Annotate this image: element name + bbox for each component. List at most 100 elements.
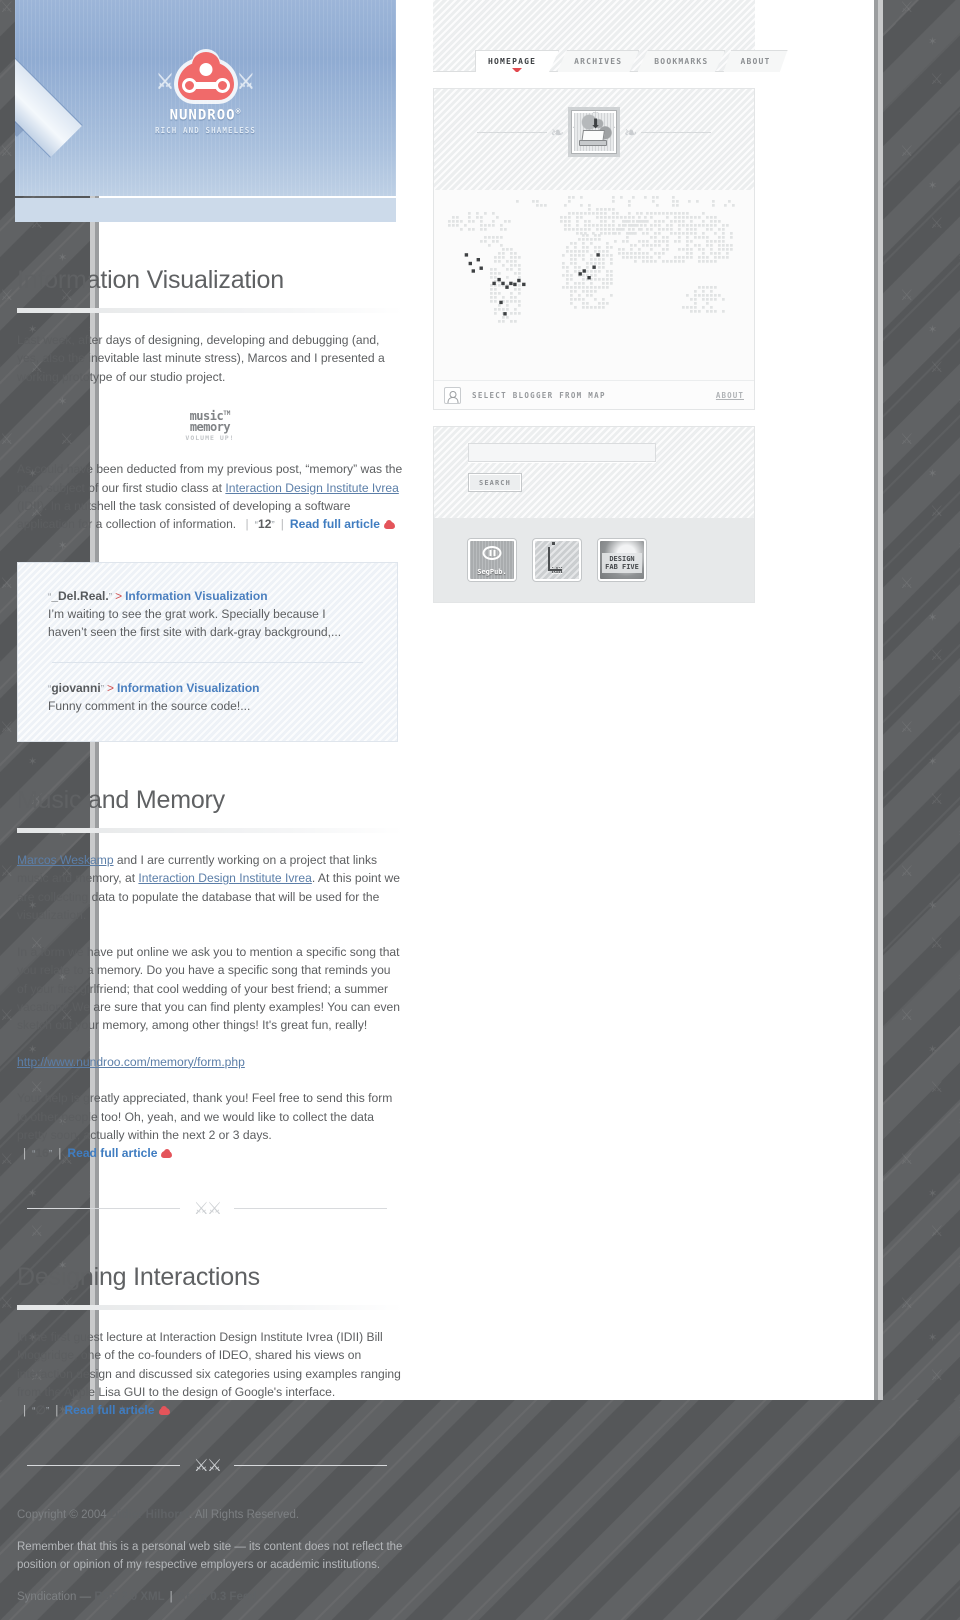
world-map[interactable] <box>434 190 754 380</box>
comment-author: _Del.Real. <box>51 588 109 603</box>
post-3-paragraph-1: In the first guest lecture at Interactio… <box>17 1328 403 1422</box>
nav-panel: HOMEPAGE ARCHIVES BOOKMARKS ABOUT <box>433 0 788 72</box>
meta-sep: | <box>58 1146 62 1161</box>
recent-comments-box: “_Del.Real.” > Information Visualization I… <box>17 561 398 743</box>
search-area: SEARCH <box>434 427 754 518</box>
dff-line2: FAB FIVE <box>605 563 639 571</box>
tab-archives-label: ARCHIVES <box>574 57 623 66</box>
segpub-badge[interactable]: SegPub. <box>468 539 516 581</box>
post-title-2[interactable]: Music and Memory <box>17 786 403 815</box>
red-cloud-icon <box>158 1405 170 1416</box>
rss-link[interactable]: RSS 2.0 XML <box>94 1591 164 1603</box>
divider-line-right <box>234 1208 388 1210</box>
flourish-right-icon: ❧ <box>624 122 638 142</box>
logo-name-text: NUNDROO <box>169 107 236 124</box>
post-3-read-more[interactable]: Read full article <box>64 1403 154 1417</box>
griffin-right-icon: ⚔ <box>236 68 256 93</box>
main-nav-tabs: HOMEPAGE ARCHIVES BOOKMARKS ABOUT <box>475 50 788 72</box>
site-logo[interactable]: ⚔ ⚔ NUNDROO® RICH AND SHAMELESS <box>15 52 396 135</box>
frame-artwork: ⬇ <box>574 113 614 151</box>
map-about-link[interactable]: ABOUT <box>716 391 744 400</box>
meta-sep: | <box>245 517 249 532</box>
music-memory-logo: musicTM memory VOLUME UP! <box>17 408 403 442</box>
music-memory-line3: VOLUME UP! <box>185 434 235 443</box>
laptop-icon <box>579 130 607 146</box>
marcos-weskamp-link[interactable]: Marcos Weskamp <box>17 853 114 867</box>
comment-header: “giovanni” > Information Visualization <box>48 681 367 695</box>
select-blogger-label: SELECT BLOGGER FROM MAP <box>472 390 606 400</box>
post-1-comment-count[interactable]: 12 <box>258 517 271 531</box>
comment-item[interactable]: “giovanni” > Information Visualization Fun… <box>48 681 367 715</box>
meta-sep: | <box>23 1146 27 1161</box>
idii-mark-icon <box>548 542 562 571</box>
tab-homepage-label: HOMEPAGE <box>488 57 537 66</box>
design-fab-five-badge[interactable]: DESIGN FAB FIVE <box>598 539 646 581</box>
tab-archives[interactable]: ARCHIVES <box>557 50 640 72</box>
map-widget-header: ❧ ✶ ⬇ ❧ <box>434 89 754 190</box>
badges-row: SegPub. idii DESIGN FAB FIVE <box>434 518 754 602</box>
logo-tagline: RICH AND SHAMELESS <box>154 125 257 135</box>
post-2-p3-text: Your help is greatly appreciated, thank … <box>17 1091 393 1142</box>
post-3-comment-count[interactable]: ∅ <box>36 1403 46 1417</box>
search-button[interactable]: SEARCH <box>468 473 522 492</box>
tab-homepage[interactable]: HOMEPAGE <box>475 50 560 72</box>
comment-header: “_Del.Real.” > Information Visualization <box>48 589 367 603</box>
section-divider: ⚔⚔ <box>27 1199 388 1219</box>
comment-separator: > <box>115 588 123 603</box>
post-3-meta: | “∅” | Read full article <box>17 1403 170 1417</box>
atom-link[interactable]: Atom 0.3 Feed <box>178 1591 257 1603</box>
post-2-comment-count[interactable]: 16 <box>36 1146 49 1160</box>
post-1-paragraph-1: Last week, after days of designing, deve… <box>17 333 385 384</box>
syndication-line: Syndication — RSS 2.0 XML | Atom 0.3 Feed <box>17 1588 403 1606</box>
post-2-read-more[interactable]: Read full article <box>67 1146 157 1160</box>
copyright-pre: Copyright © 2004 <box>17 1508 110 1521</box>
comment-topic[interactable]: Information Visualization <box>117 681 259 695</box>
blogger-map-widget: ❧ ✶ ⬇ ❧ <box>433 88 755 410</box>
tab-about[interactable]: ABOUT <box>723 50 788 72</box>
meta-sep: | <box>23 1403 27 1418</box>
comment-text: I’m waiting to see the grat work. Specia… <box>48 606 342 640</box>
post-2-url-paragraph: http://www.nundroo.com/memory/form.php <box>17 1053 403 1071</box>
post-1-paragraph-2: As could have been deducted from my prev… <box>17 460 403 536</box>
post-1-meta: | “12” | Read full article <box>240 517 395 531</box>
logo-registered-mark: ® <box>235 107 242 116</box>
comment-item[interactable]: “_Del.Real.” > Information Visualization I… <box>48 589 367 642</box>
mm-tm: TM <box>223 410 231 418</box>
active-tab-caret-icon <box>512 68 523 72</box>
divider-line-right <box>234 1465 388 1467</box>
search-input[interactable] <box>468 443 656 462</box>
post-title-1[interactable]: Information Visualization <box>17 266 403 295</box>
post-2-paragraph-2: In a form we have put online we ask you … <box>17 944 400 1033</box>
red-cloud-icon <box>161 1148 173 1159</box>
post-2-paragraph-3: Your help is greatly appreciated, thank … <box>17 1089 403 1165</box>
music-memory-line2: memory <box>189 420 231 435</box>
comment-separator: > <box>107 680 115 695</box>
search-widget: SEARCH SegPub. idii DESIGN FAB FIVE <box>433 426 755 603</box>
syndication-label: Syndication — <box>17 1590 95 1603</box>
section-divider: ⚔⚔ <box>27 1455 388 1476</box>
idii-badge[interactable]: idii <box>533 539 581 581</box>
idii-link-2[interactable]: Interaction Design Institute Ivrea <box>138 871 311 885</box>
red-cloud-icon <box>383 519 395 530</box>
frame-line-left <box>476 131 547 133</box>
tab-about-label: ABOUT <box>740 57 771 66</box>
cloud-logo-icon <box>177 52 234 100</box>
meta-sep: | <box>55 1403 59 1418</box>
memory-form-url[interactable]: http://www.nundroo.com/memory/form.php <box>17 1055 245 1069</box>
ornament-icon: ⚔⚔ <box>193 1455 223 1476</box>
tab-bookmarks[interactable]: BOOKMARKS <box>637 50 726 72</box>
search-button-label: SEARCH <box>479 478 511 487</box>
banner-shelf <box>15 198 396 222</box>
post-1-read-more[interactable]: Read full article <box>290 517 380 531</box>
idii-link-1[interactable]: Interaction Design Institute Ivrea <box>225 481 398 495</box>
main-column: ⚔ ⚔ NUNDROO® RICH AND SHAMELESS Informat… <box>15 0 405 1620</box>
post-title-3[interactable]: Designing Interactions <box>17 1263 403 1292</box>
copyright-post: . All Rights Reserved. <box>189 1508 300 1521</box>
post-3-p1-text: In the first guest lecture at Interactio… <box>17 1329 401 1399</box>
comment-text: Funny comment in the source code!... <box>48 698 251 713</box>
title-rule <box>17 1304 403 1310</box>
meta-sep: | <box>280 517 284 532</box>
comment-topic[interactable]: Information Visualization <box>125 589 267 603</box>
logo-name: NUNDROO® <box>15 107 396 124</box>
person-icon <box>444 386 461 404</box>
